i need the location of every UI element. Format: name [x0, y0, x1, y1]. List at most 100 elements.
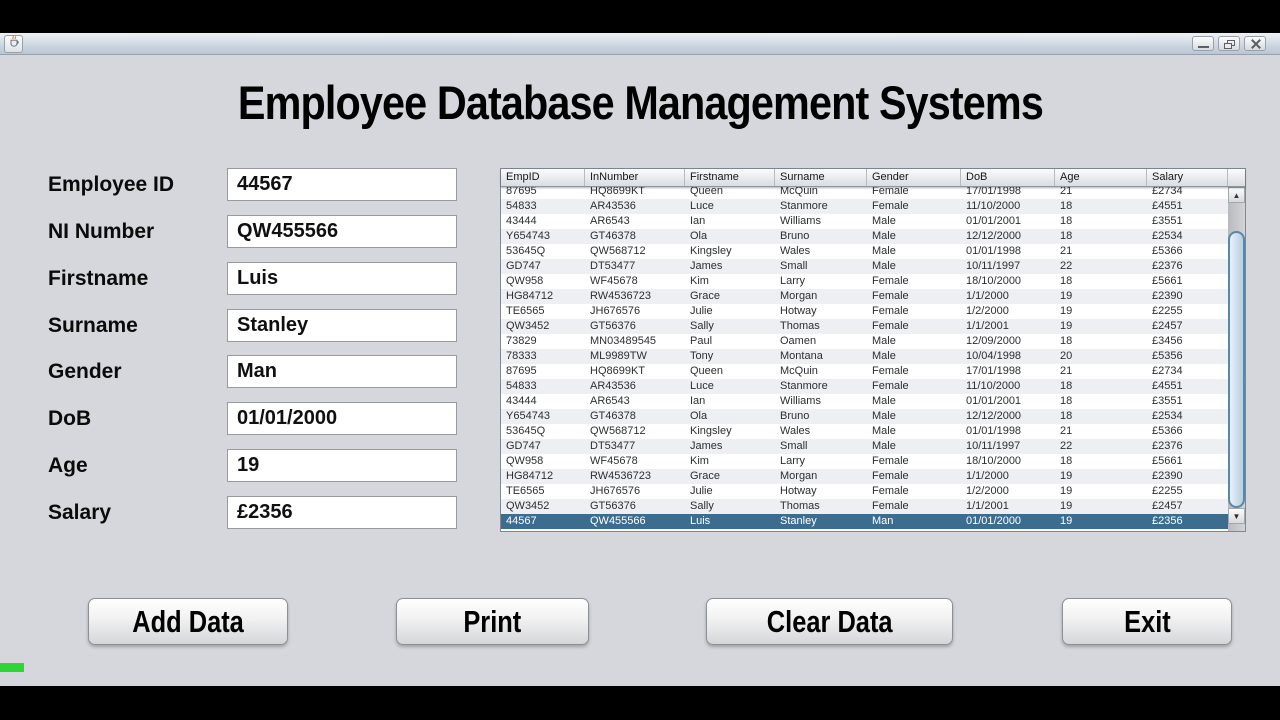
- cell-gender: Female: [867, 199, 961, 214]
- table-row-17[interactable]: GD747DT53477JamesSmallMale10/11/199722£2…: [501, 439, 1228, 454]
- column-header-salary[interactable]: Salary: [1147, 169, 1228, 186]
- column-header-empid[interactable]: EmpID: [501, 169, 585, 186]
- form-row-surname: Surname: [0, 309, 470, 342]
- cell-firstname: Kingsley: [685, 244, 775, 259]
- table-row-8[interactable]: TE6565JH676576JulieHotwayFemale1/2/20001…: [501, 304, 1228, 319]
- cell-salary: £2390: [1147, 469, 1228, 484]
- cell-age: 18: [1055, 394, 1147, 409]
- title-bar[interactable]: [0, 33, 1280, 55]
- table-row-16[interactable]: 53645QQW568712KingsleyWalesMale01/01/199…: [501, 424, 1228, 439]
- column-header-innumber[interactable]: InNumber: [585, 169, 685, 186]
- employee-id-input[interactable]: [227, 168, 457, 201]
- form-row-ni-number: NI Number: [0, 215, 470, 248]
- table-row-15[interactable]: Y654743GT46378OlaBrunoMale12/12/200018£2…: [501, 409, 1228, 424]
- cell-age: 19: [1055, 469, 1147, 484]
- surname-input[interactable]: [227, 309, 457, 342]
- table-row-12[interactable]: 87695HQ8699KTQueenMcQuinFemale17/01/1998…: [501, 364, 1228, 379]
- cell-firstname: Grace: [685, 469, 775, 484]
- table-row-0[interactable]: 87695HQ8699KTQueenMcQuinFemale17/01/1998…: [501, 187, 1228, 199]
- minimize-button[interactable]: [1192, 36, 1214, 51]
- surname-label: Surname: [48, 309, 138, 342]
- table-row-21[interactable]: QW3452GT56376SallyThomasFemale1/1/200119…: [501, 499, 1228, 514]
- cell-age: 22: [1055, 439, 1147, 454]
- cell-gender: Male: [867, 214, 961, 229]
- exit-button[interactable]: Exit: [1062, 598, 1232, 645]
- table-row-2[interactable]: 43444AR6543IanWilliamsMale01/01/200118£3…: [501, 214, 1228, 229]
- page-title: Employee Database Management Systems: [0, 75, 1280, 130]
- cell-age: 19: [1055, 304, 1147, 319]
- scrollbar-thumb[interactable]: [1228, 231, 1245, 508]
- cell-surname: Stanmore: [775, 199, 867, 214]
- green-progress-marker: [0, 663, 24, 672]
- table-row-22[interactable]: 44567QW455566LuisStanleyMan01/01/200019£…: [501, 514, 1228, 529]
- app-window: Employee Database Management Systems Emp…: [0, 33, 1280, 686]
- cell-gender: Man: [867, 514, 961, 529]
- cell-empid: TE6565: [501, 484, 585, 499]
- cell-dob: 1/1/2001: [961, 319, 1055, 334]
- print-button[interactable]: Print: [396, 598, 589, 645]
- salary-input[interactable]: [227, 496, 457, 529]
- column-header-gender[interactable]: Gender: [867, 169, 961, 186]
- column-header-age[interactable]: Age: [1055, 169, 1147, 186]
- cell-gender: Female: [867, 499, 961, 514]
- table-row-11[interactable]: 78333ML9989TWTonyMontanaMale10/04/199820…: [501, 349, 1228, 364]
- cell-empid: HG84712: [501, 469, 585, 484]
- cell-firstname: Queen: [685, 187, 775, 199]
- button-label: Clear Data: [767, 604, 893, 640]
- cell-gender: Female: [867, 274, 961, 289]
- table-row-14[interactable]: 43444AR6543IanWilliamsMale01/01/200118£3…: [501, 394, 1228, 409]
- cell-dob: 10/04/1998: [961, 349, 1055, 364]
- cell-age: 19: [1055, 499, 1147, 514]
- cell-empid: Y654743: [501, 229, 585, 244]
- cell-empid: 78333: [501, 349, 585, 364]
- button-label: Print: [464, 604, 522, 640]
- vertical-scrollbar[interactable]: ▲ ▼: [1228, 187, 1245, 531]
- table-row-10[interactable]: 73829MN03489545PaulOamenMale12/09/200018…: [501, 334, 1228, 349]
- maximize-button[interactable]: [1218, 36, 1240, 51]
- app-menu-button[interactable]: [4, 35, 23, 53]
- cell-gender: Female: [867, 319, 961, 334]
- cell-innumber: MN03489545: [585, 334, 685, 349]
- cell-surname: Oamen: [775, 334, 867, 349]
- scroll-up-button[interactable]: ▲: [1228, 187, 1245, 203]
- column-header-firstname[interactable]: Firstname: [685, 169, 775, 186]
- table-row-6[interactable]: QW958WF45678KimLarryFemale18/10/200018£5…: [501, 274, 1228, 289]
- cell-gender: Female: [867, 364, 961, 379]
- table-row-13[interactable]: 54833AR43536LuceStanmoreFemale11/10/2000…: [501, 379, 1228, 394]
- dob-input[interactable]: [227, 402, 457, 435]
- cell-empid: GD747: [501, 439, 585, 454]
- cell-salary: £2734: [1147, 187, 1228, 199]
- table-row-1[interactable]: 54833AR43536LuceStanmoreFemale11/10/2000…: [501, 199, 1228, 214]
- close-button[interactable]: [1244, 36, 1266, 51]
- scroll-down-button[interactable]: ▼: [1228, 508, 1245, 524]
- table-row-5[interactable]: GD747DT53477JamesSmallMale10/11/199722£2…: [501, 259, 1228, 274]
- cell-salary: £2457: [1147, 319, 1228, 334]
- add-data-button[interactable]: Add Data: [88, 598, 288, 645]
- clear-data-button[interactable]: Clear Data: [706, 598, 953, 645]
- cell-gender: Male: [867, 244, 961, 259]
- cell-surname: Wales: [775, 424, 867, 439]
- employee-table: EmpIDInNumberFirstnameSurnameGenderDoBAg…: [500, 168, 1246, 532]
- cell-innumber: HQ8699KT: [585, 187, 685, 199]
- table-row-9[interactable]: QW3452GT56376SallyThomasFemale1/1/200119…: [501, 319, 1228, 334]
- ni-number-input[interactable]: [227, 215, 457, 248]
- column-header-surname[interactable]: Surname: [775, 169, 867, 186]
- firstname-input[interactable]: [227, 262, 457, 295]
- table-row-3[interactable]: Y654743GT46378OlaBrunoMale12/12/200018£2…: [501, 229, 1228, 244]
- age-input[interactable]: [227, 449, 457, 482]
- cell-dob: 10/11/1997: [961, 259, 1055, 274]
- cell-firstname: Luce: [685, 199, 775, 214]
- table-row-19[interactable]: HG84712RW4536723GraceMorganFemale1/1/200…: [501, 469, 1228, 484]
- cell-gender: Male: [867, 394, 961, 409]
- table-row-4[interactable]: 53645QQW568712KingsleyWalesMale01/01/199…: [501, 244, 1228, 259]
- table-row-18[interactable]: QW958WF45678KimLarryFemale18/10/200018£5…: [501, 454, 1228, 469]
- table-row-7[interactable]: HG84712RW4536723GraceMorganFemale1/1/200…: [501, 289, 1228, 304]
- cell-firstname: Grace: [685, 289, 775, 304]
- gender-input[interactable]: [227, 355, 457, 388]
- cell-surname: Small: [775, 259, 867, 274]
- table-row-20[interactable]: TE6565JH676576JulieHotwayFemale1/2/20001…: [501, 484, 1228, 499]
- employee-id-label: Employee ID: [48, 168, 174, 201]
- cell-dob: 1/1/2001: [961, 499, 1055, 514]
- ni-number-label: NI Number: [48, 215, 154, 248]
- column-header-dob[interactable]: DoB: [961, 169, 1055, 186]
